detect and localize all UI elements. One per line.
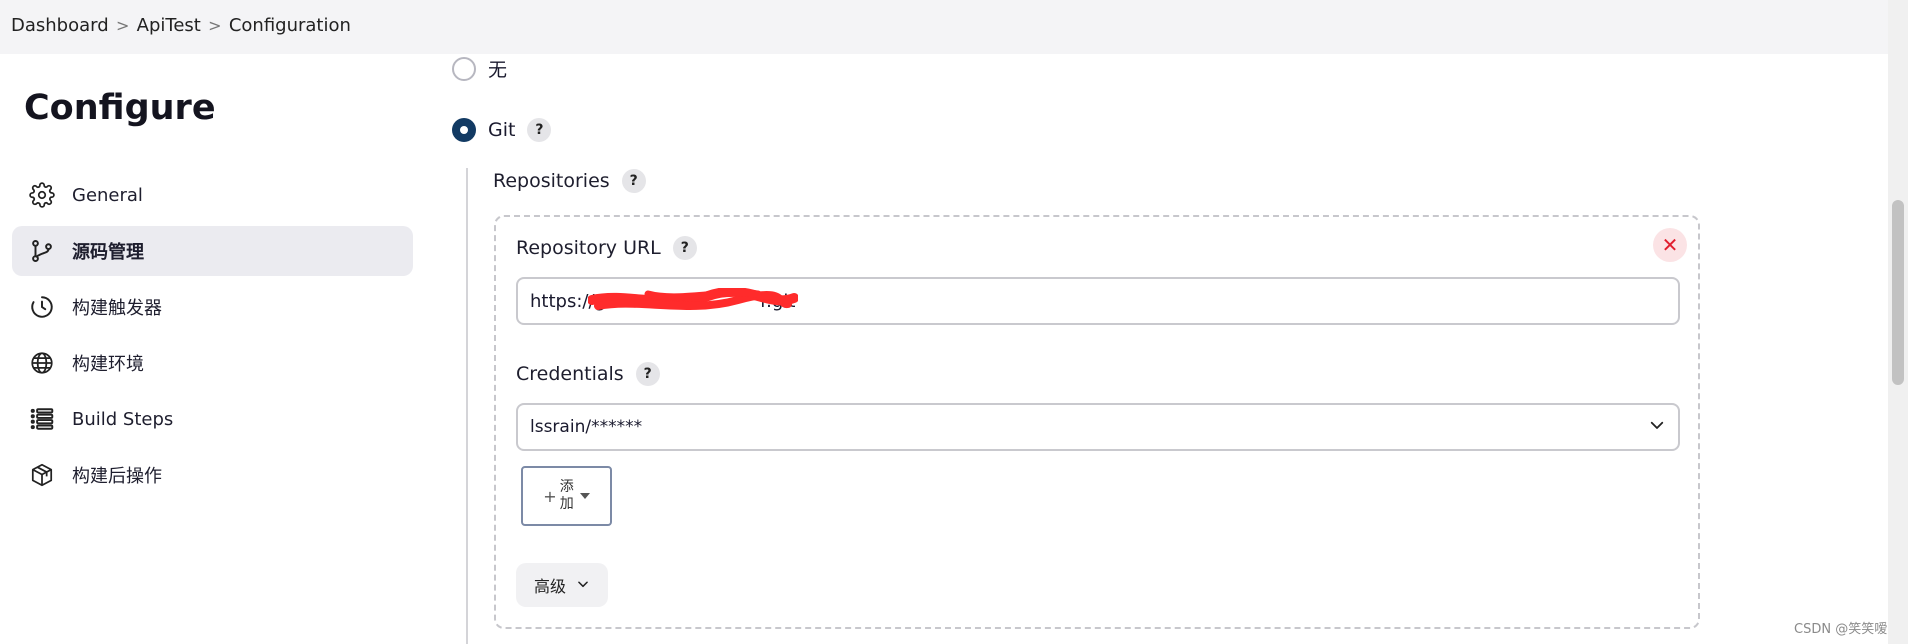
sidebar-item-label: General [72, 184, 143, 206]
package-icon [28, 461, 56, 489]
sidebar-item-label: 构建后操作 [72, 466, 162, 487]
credentials-select[interactable]: lssrain/****** [516, 403, 1680, 451]
sidebar-item-label: 源码管理 [72, 242, 144, 263]
breadcrumb-configuration[interactable]: Configuration [229, 15, 351, 36]
help-icon[interactable]: ? [635, 362, 660, 386]
watermark: CSDN @笑笑嗳 [1794, 622, 1888, 637]
breadcrumb-bar: Dashboard > ApiTest > Configuration [0, 0, 1888, 54]
radio-none[interactable] [452, 56, 476, 81]
sidebar-item-label: 构建触发器 [72, 298, 162, 319]
radio-none-label: 无 [488, 59, 508, 81]
scrollbar[interactable] [1888, 0, 1908, 644]
sidebar: General 源码管理 构建触发器 构建环境 Build Steps 构建后操… [12, 170, 413, 506]
radio-git-label: Git [488, 119, 516, 141]
scrollbar-thumb[interactable] [1892, 200, 1904, 385]
chevron-down-icon [566, 576, 590, 595]
chevron-down-icon [1648, 416, 1666, 439]
help-icon[interactable]: ? [672, 236, 697, 260]
repositories-label: Repositories ? [493, 169, 646, 193]
breadcrumb-separator-icon: > [208, 16, 222, 35]
globe-icon [28, 349, 56, 377]
plus-icon: + [543, 486, 557, 506]
list-icon [28, 405, 56, 433]
breadcrumb-separator-icon: > [115, 16, 130, 35]
radio-git[interactable] [452, 118, 476, 142]
repository-url-label-text: Repository URL [516, 237, 661, 259]
clock-icon [28, 293, 56, 321]
breadcrumb-dashboard[interactable]: Dashboard [11, 15, 109, 36]
advanced-button[interactable]: 高级 [516, 563, 608, 607]
section-divider [466, 168, 468, 644]
caret-down-icon [579, 493, 590, 499]
credentials-selected-value: lssrain/****** [530, 417, 643, 437]
page-title: Configure [24, 88, 216, 128]
git-branch-icon [28, 237, 56, 265]
repository-url-input[interactable] [516, 277, 1680, 325]
help-icon[interactable]: ? [527, 118, 552, 142]
sidebar-item-build-environment[interactable]: 构建环境 [12, 338, 413, 388]
sidebar-item-build-steps[interactable]: Build Steps [12, 394, 413, 444]
help-icon[interactable]: ? [621, 169, 646, 193]
scm-option-none[interactable]: 无 [452, 55, 507, 82]
scm-option-git[interactable]: Git ? [452, 118, 552, 142]
sidebar-item-build-triggers[interactable]: 构建触发器 [12, 282, 413, 332]
sidebar-item-general[interactable]: General [12, 170, 413, 220]
repositories-label-text: Repositories [493, 170, 610, 192]
delete-repository-button[interactable]: ✕ [1653, 228, 1687, 262]
add-credentials-button[interactable]: + 添加 [521, 466, 612, 526]
breadcrumb: Dashboard > ApiTest > Configuration [11, 15, 351, 36]
gear-icon [28, 181, 56, 209]
advanced-button-label: 高级 [533, 577, 566, 596]
credentials-label: Credentials ? [516, 362, 660, 386]
breadcrumb-apitest[interactable]: ApiTest [137, 15, 201, 36]
sidebar-item-label: Build Steps [72, 408, 174, 430]
add-button-label: 添加 [559, 479, 574, 512]
sidebar-item-post-build[interactable]: 构建后操作 [12, 450, 413, 500]
sidebar-item-label: 构建环境 [72, 354, 144, 375]
credentials-label-text: Credentials [516, 363, 624, 385]
repository-url-label: Repository URL ? [516, 236, 697, 260]
sidebar-item-source-code[interactable]: 源码管理 [12, 226, 413, 276]
